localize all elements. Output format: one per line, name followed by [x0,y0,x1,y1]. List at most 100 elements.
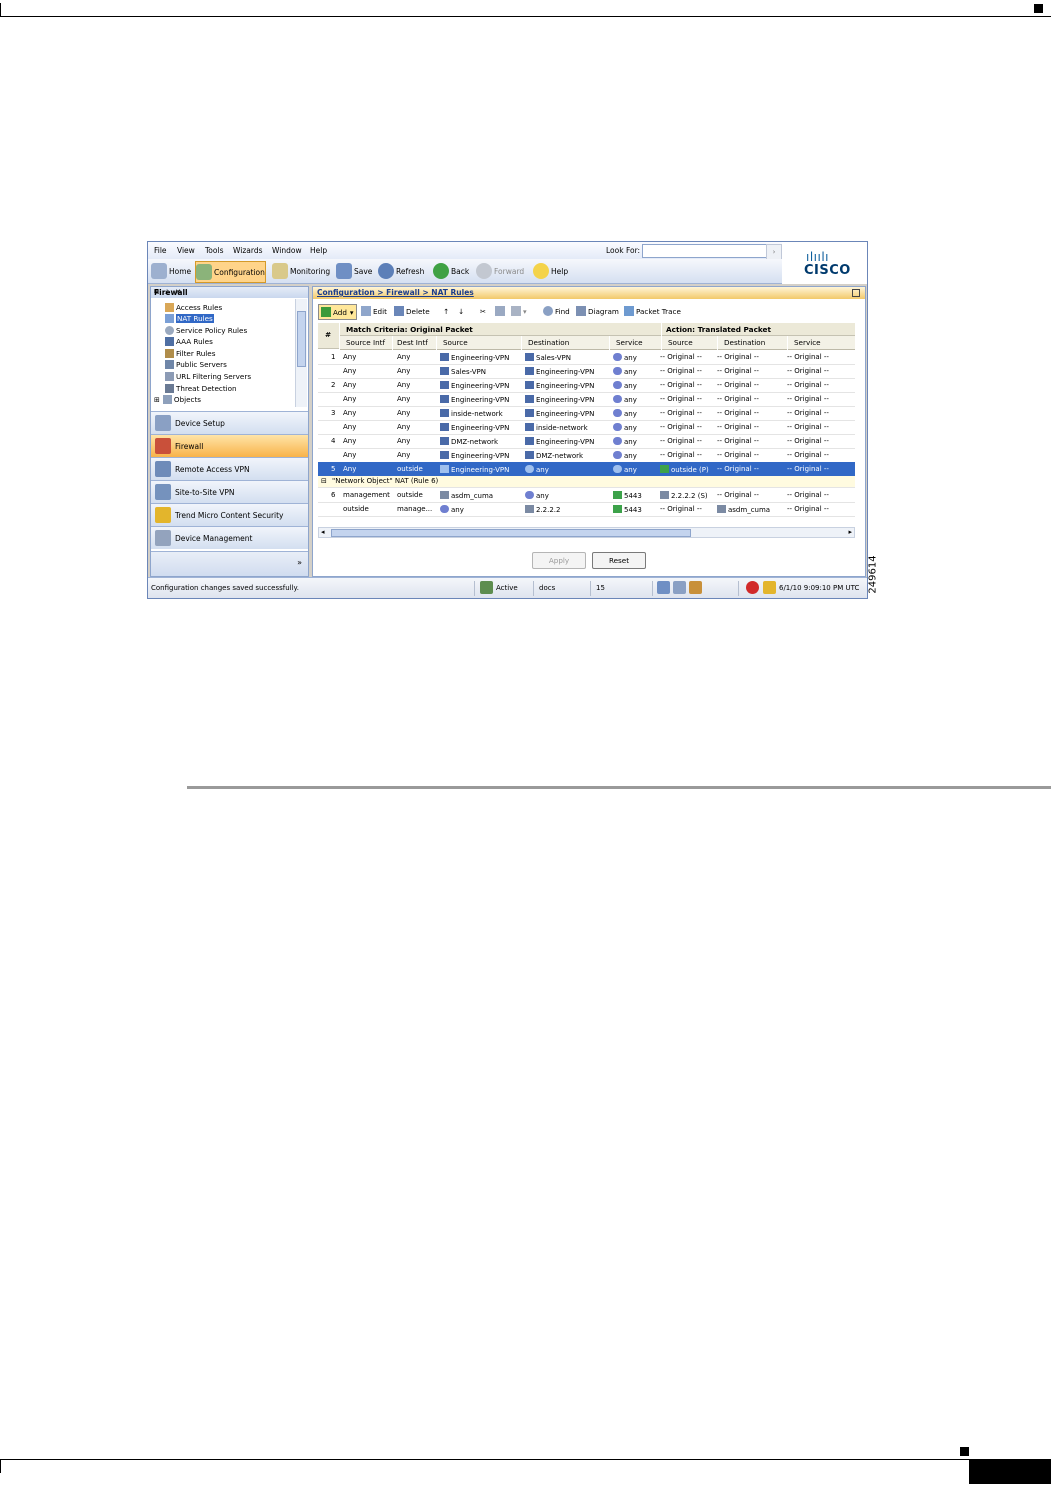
config-icon[interactable] [657,581,670,594]
service-icon [613,395,622,403]
network-group-icon [440,353,449,361]
table-row[interactable]: Any Any Engineering-VPN Engineering-VPN a… [318,392,855,407]
service-icon [613,381,622,389]
home-button[interactable]: Home [151,261,191,281]
table-row[interactable]: 3 Any Any inside-network Engineering-VPN a… [318,406,855,421]
table-row[interactable]: Any Any Sales-VPN Engineering-VPN any -- … [318,364,855,379]
menu-window[interactable]: Window [272,246,302,255]
cut-button[interactable]: ✂ [480,304,486,318]
scroll-thumb[interactable] [297,311,306,367]
nav-device-setup[interactable]: Device Setup [151,411,308,434]
col-header-source-intf[interactable]: Source Intf [340,336,392,350]
interface-icon [660,465,669,473]
page-corner-mark [0,3,1,17]
help-button[interactable]: Help [533,261,568,281]
tree-item-access-rules[interactable]: Access Rules [165,302,222,313]
configuration-button[interactable]: Configuration [195,261,266,283]
lookfor-label: Look For: [606,246,641,255]
tree-item-filter-rules[interactable]: Filter Rules [165,348,215,359]
table-row[interactable]: 2 Any Any Engineering-VPN Engineering-VPN … [318,378,855,393]
scroll-thumb[interactable] [331,529,691,537]
horizontal-scrollbar[interactable]: ◂ ▸ [318,527,855,538]
network-group-icon [440,395,449,403]
apply-button[interactable]: Apply [532,552,586,569]
url-icon [165,372,174,381]
service-icon [613,409,622,417]
nav-more-button[interactable]: » [151,551,308,576]
forward-button[interactable]: Forward [476,261,524,281]
expand-icon[interactable]: ⊞ [154,396,160,404]
lookfor-input[interactable] [642,244,768,258]
search-go-icon[interactable]: › [766,244,782,260]
menu-file[interactable]: File [154,246,167,255]
status-message: Configuration changes saved successfully… [151,584,299,592]
reset-button[interactable]: Reset [592,552,646,569]
find-button[interactable]: Find [543,304,570,318]
tree-scrollbar[interactable] [295,299,307,407]
group-row-network-object-nat[interactable]: ⊟ "Network Object" NAT (Rule 6) [318,476,855,488]
pane-controls[interactable]: ⧉⊥✕ [154,288,302,297]
table-row[interactable]: 6 management outside asdm_cuma any 5443 2.… [318,488,855,503]
nav-device-management[interactable]: Device Management [151,526,308,549]
tree-item-threat-detection[interactable]: Threat Detection [165,383,237,394]
breadcrumb[interactable]: Configuration > Firewall > NAT Rules [317,288,474,297]
menu-wizards[interactable]: Wizards [233,246,263,255]
edit-button[interactable]: Edit [361,304,387,318]
tree-item-nat-rules[interactable]: NAT Rules [165,313,214,324]
restore-icon[interactable] [852,289,860,297]
add-button[interactable]: Add ▾ [318,304,357,320]
diagram-button[interactable]: Diagram [576,304,619,318]
table-row[interactable]: Any Any Engineering-VPN DMZ-network any -… [318,448,855,463]
back-button[interactable]: Back [433,261,469,281]
magnifier-icon [543,306,553,316]
lock-icon[interactable] [763,581,776,594]
table-row[interactable]: outside manage... any 2.2.2.2 5443 -- Ori… [318,502,855,517]
packet-trace-button[interactable]: Packet Trace [624,304,681,318]
group-header-action: Action: Translated Packet [662,323,855,336]
network-group-icon [525,381,534,389]
move-up-button[interactable]: ↑ [443,304,449,318]
tools-icon[interactable] [689,581,702,594]
nav-remote-access-vpn[interactable]: Remote Access VPN [151,457,308,480]
col-header-translated-service[interactable]: Service [788,336,855,350]
table-row[interactable]: 4 Any Any DMZ-network Engineering-VPN any … [318,434,855,449]
alert-icon[interactable] [746,581,759,594]
delete-button[interactable]: Delete [394,304,430,318]
monitoring-button[interactable]: Monitoring [272,261,330,281]
tree-item-public-servers[interactable]: Public Servers [165,359,227,370]
col-header-destination[interactable]: Destination [522,336,609,350]
col-header-source[interactable]: Source [437,336,521,350]
warning-icon [155,507,171,523]
tree-item-aaa-rules[interactable]: AAA Rules [165,336,213,347]
status-privilege: 15 [596,584,605,592]
nav-site-to-site-vpn[interactable]: Site-to-Site VPN [151,480,308,503]
table-row[interactable]: 1 Any Any Engineering-VPN Sales-VPN any --… [318,350,855,365]
scroll-left-icon[interactable]: ◂ [321,528,325,536]
chevron-down-icon[interactable]: ▾ [350,308,354,317]
collapse-icon[interactable]: ⊟ [321,477,327,485]
col-header-translated-source[interactable]: Source [662,336,717,350]
refresh-button[interactable]: Refresh [378,261,424,281]
nav-trend-micro[interactable]: Trend Micro Content Security [151,503,308,526]
tree-item-objects[interactable]: ⊞ Objects [154,394,201,405]
menu-tools[interactable]: Tools [205,246,223,255]
save-status-icon[interactable] [673,581,686,594]
col-header-translated-destination[interactable]: Destination [718,336,787,350]
copy-button[interactable] [495,304,507,318]
move-down-button[interactable]: ↓ [458,304,464,318]
scroll-right-icon[interactable]: ▸ [848,528,852,536]
table-row[interactable]: Any Any Engineering-VPN inside-network an… [318,420,855,435]
gears-icon [196,264,212,280]
col-header-dest-intf[interactable]: Dest Intf [393,336,436,350]
menu-help[interactable]: Help [310,246,327,255]
menu-view[interactable]: View [177,246,195,255]
paste-button[interactable]: ▾ [511,304,527,318]
network-group-icon [440,381,449,389]
col-header-service[interactable]: Service [610,336,661,350]
nav-firewall[interactable]: Firewall [151,434,308,457]
tree-item-service-policy-rules[interactable]: Service Policy Rules [165,325,247,336]
tree-item-url-filtering-servers[interactable]: URL Filtering Servers [165,371,251,382]
save-button[interactable]: Save [336,261,372,281]
table-row-selected[interactable]: 5 Any outside Engineering-VPN any any outs… [318,462,855,477]
home-icon [151,263,167,279]
